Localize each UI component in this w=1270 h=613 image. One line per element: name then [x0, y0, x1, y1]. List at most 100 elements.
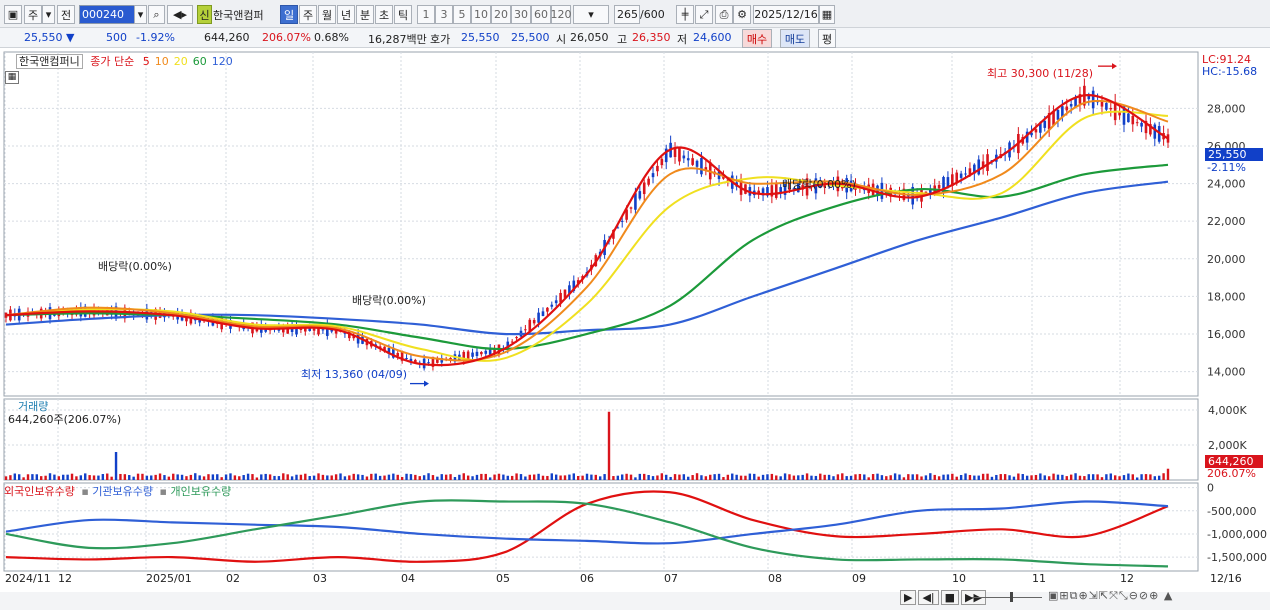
volume-bar	[233, 475, 237, 480]
interval-button[interactable]: 60	[531, 5, 551, 24]
x-axis-label: 11	[1032, 572, 1046, 585]
candle-body	[678, 147, 681, 162]
volume-bar	[849, 475, 853, 480]
volume-bar	[150, 475, 153, 480]
interval-extra-dropdown[interactable]: ▾	[573, 5, 609, 24]
volume-bar	[40, 476, 43, 480]
volume: 644,260	[204, 31, 250, 44]
volume-bar	[216, 474, 219, 480]
volume-bar	[1153, 476, 1156, 480]
volume-bar	[546, 475, 549, 480]
stock-chart-svg[interactable]: 14,00016,00018,00020,00022,00024,00026,0…	[0, 49, 1270, 610]
volume-bar	[488, 477, 492, 480]
candle-body	[524, 329, 527, 331]
legend-institution: 기관보유수량	[92, 485, 154, 498]
volume-bar	[973, 475, 976, 480]
volume-bar	[66, 474, 69, 480]
interval-button[interactable]: 5	[453, 5, 471, 24]
zoom-slider[interactable]	[972, 590, 1042, 604]
interval-button[interactable]: 10	[471, 5, 491, 24]
chart-tools[interactable]: ▣⊞⧉⊕⇲⇱⤧⤡⊖⊘⊕ ▲	[1048, 589, 1173, 603]
count-input[interactable]: 265	[614, 5, 640, 24]
period-tab[interactable]: 월	[318, 5, 336, 24]
interval-button[interactable]: 120	[551, 5, 572, 24]
chart-area[interactable]: 14,000 16,000 18,000 20,000 22,000 24,000 26,0…	[0, 49, 1270, 610]
volume-bar	[251, 474, 254, 480]
period-tab[interactable]: 년	[337, 5, 355, 24]
evaluate-button[interactable]: 평	[818, 29, 836, 48]
gear-icon[interactable]: ⚙	[733, 5, 751, 24]
print-icon[interactable]: ⎙	[715, 5, 733, 24]
volume-bar	[924, 475, 928, 480]
interval-button[interactable]: 20	[491, 5, 511, 24]
step-back-icon[interactable]: ◀|	[918, 590, 939, 605]
volume-bar	[70, 473, 74, 480]
period-main-button[interactable]: 주	[24, 5, 42, 24]
volume-bar	[1127, 473, 1130, 480]
interval-button[interactable]: 30	[511, 5, 531, 24]
date-input[interactable]: 2025/12/16	[753, 5, 819, 24]
volume-bar	[387, 474, 391, 480]
speaker-icon[interactable]: ◀▸	[167, 5, 193, 24]
volume-bar	[929, 473, 932, 480]
calendar-icon[interactable]: ▦	[819, 5, 835, 24]
period-tab[interactable]: 주	[299, 5, 317, 24]
volume-bar	[480, 473, 483, 480]
line-tool-icon[interactable]: ⤢	[695, 5, 713, 24]
candle-body	[774, 182, 778, 198]
period-tab[interactable]: 초	[375, 5, 393, 24]
volume-bar	[444, 474, 448, 480]
volume-bar	[951, 473, 954, 480]
stop-icon[interactable]: ■	[940, 590, 960, 605]
period-tab[interactable]: 틱	[394, 5, 412, 24]
volume-bar	[981, 473, 985, 480]
volume-bar	[378, 475, 382, 480]
sell-button[interactable]: 매도	[780, 29, 810, 48]
period-tab[interactable]: 분	[356, 5, 374, 24]
volume-bar	[282, 473, 285, 480]
chevron-down-icon[interactable]: ▾	[134, 5, 147, 24]
volume-bar	[1021, 474, 1024, 480]
period-tab[interactable]: 일	[280, 5, 298, 24]
volume-bar	[458, 474, 461, 480]
volume-bar	[660, 473, 664, 480]
x-axis-label: 12	[58, 572, 72, 585]
y-tick-label: 24,000	[1207, 178, 1246, 191]
volume-bar	[44, 475, 47, 480]
calculator-icon[interactable]: ▦	[5, 71, 19, 84]
volume-bar	[515, 473, 518, 480]
x-axis-label: 12	[1120, 572, 1134, 585]
volume-bar	[955, 476, 958, 480]
y-tick-label: 20,000	[1207, 253, 1246, 266]
volume-bar	[937, 476, 941, 480]
prev-button[interactable]: 전	[57, 5, 75, 24]
buy-button[interactable]: 매수	[742, 29, 772, 48]
candle-body	[1127, 113, 1130, 123]
play-icon[interactable]: ▶	[900, 590, 917, 605]
y-tick-label: 14,000	[1207, 366, 1246, 379]
volume-bar	[607, 411, 611, 480]
candle-body	[537, 312, 540, 323]
interval-button[interactable]: 3	[435, 5, 453, 24]
volume-bar	[1113, 475, 1117, 480]
search-icon[interactable]: ⌕	[148, 5, 165, 24]
volume-bar	[370, 473, 373, 480]
volume-bar	[383, 475, 386, 480]
y-tick-label: -1,500,000	[1207, 551, 1267, 564]
volume-bar	[136, 473, 140, 480]
volume-bar	[634, 477, 637, 480]
window-icon[interactable]: ▣	[4, 5, 22, 24]
candle-body	[620, 220, 624, 222]
volume-bar	[880, 475, 884, 480]
ticker-input[interactable]: 000240	[79, 5, 135, 24]
candle-tool-icon[interactable]: ╪	[676, 5, 694, 24]
interval-button[interactable]: 1	[417, 5, 435, 24]
volume-bar	[290, 476, 294, 480]
volume-bar	[497, 473, 501, 480]
volume-bar	[422, 475, 426, 480]
volume-bar	[18, 474, 21, 480]
chevron-down-icon[interactable]: ▾	[42, 5, 55, 24]
candle-body	[532, 319, 536, 324]
volume-bar	[260, 474, 263, 480]
volume-bar	[823, 474, 826, 480]
